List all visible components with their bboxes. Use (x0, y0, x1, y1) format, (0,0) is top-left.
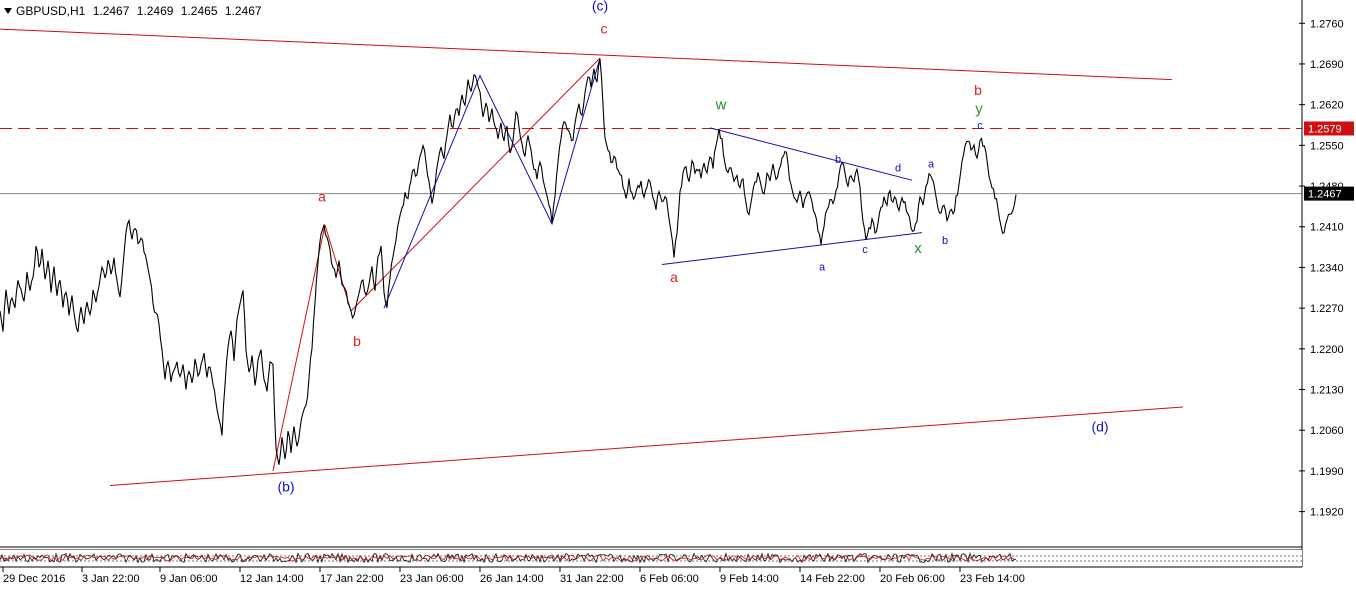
wave-label: w (715, 96, 727, 113)
low-value: 1.2465 (180, 4, 218, 18)
indicator-panel (0, 550, 1302, 566)
wave-line-blue (661, 232, 923, 265)
x-tick-label: 20 Feb 06:00 (880, 573, 945, 585)
wave-label: b (353, 333, 361, 349)
wave-label: b (835, 154, 841, 166)
symbol-label: GBPUSD,H1 (16, 4, 86, 18)
x-tick-label: 29 Dec 2016 (3, 573, 65, 585)
y-tick-label: 1.2410 (1310, 222, 1344, 234)
wave-label: (c) (592, 0, 608, 13)
wave-label: (b) (277, 478, 294, 494)
x-tick-label: 26 Jan 14:00 (480, 573, 544, 585)
wave-label: a (670, 269, 678, 285)
price-series-line (0, 58, 1017, 465)
x-tick-label: 12 Jan 14:00 (240, 573, 304, 585)
high-value: 1.2469 (136, 4, 174, 18)
y-tick-label: 1.2270 (1310, 303, 1344, 315)
channel-line-lower (109, 406, 1184, 486)
wave-label: b (942, 235, 948, 247)
x-tick-label: 23 Feb 14:00 (960, 573, 1025, 585)
y-tick-label: 1.2480 (1310, 181, 1344, 193)
y-tick-label: 1.2130 (1310, 385, 1344, 397)
x-tick-label: 31 Jan 22:00 (560, 573, 624, 585)
wave-label: a (819, 261, 826, 273)
wave-line-blue (709, 127, 913, 181)
wave-label: d (895, 163, 901, 175)
y-tick-label: 1.1920 (1310, 507, 1344, 519)
x-tick-label: 23 Jan 06:00 (400, 573, 464, 585)
chart-window[interactable]: 1.2579 1.2467 (c) c a b (b) a w a b c d x a b b y c (d) 1.… (0, 0, 1356, 590)
y-tick-label: 1.2550 (1310, 140, 1344, 152)
y-tick-label: 1.2620 (1310, 100, 1344, 112)
close-value: 1.2467 (224, 4, 262, 18)
wave-label: y (975, 100, 983, 117)
y-tick-label: 1.2760 (1310, 18, 1344, 30)
wave-label: a (318, 189, 326, 205)
wave-label: a (928, 158, 935, 170)
y-tick-label: 1.2060 (1310, 425, 1344, 437)
y-tick-label: 1.2200 (1310, 344, 1344, 356)
y-tick-label: 1.1990 (1310, 466, 1344, 478)
wave-label: c (862, 244, 868, 256)
chart-header: GBPUSD,H1 1.2467 1.2469 1.2465 1.2467 (4, 4, 266, 18)
resistance-level-label: 1.2579 (1308, 123, 1342, 135)
y-tick-label: 1.2690 (1310, 59, 1344, 71)
y-tick-label: 1.2340 (1310, 262, 1344, 274)
price-chart[interactable]: 1.25791.2467 (c)cab(b)awabcdxabbyc(d) 1.… (0, 0, 1356, 590)
dropdown-triangle-icon[interactable] (4, 8, 12, 14)
wave-label: (d) (1091, 418, 1108, 434)
x-tick-label: 6 Feb 06:00 (640, 573, 699, 585)
wave-label: x (914, 240, 922, 257)
open-value: 1.2467 (92, 4, 130, 18)
x-tick-label: 3 Jan 22:00 (82, 573, 140, 585)
wave-line-blue (383, 57, 601, 309)
wave-label: c (601, 21, 608, 37)
wave-label: c (977, 120, 983, 132)
x-tick-label: 9 Feb 14:00 (720, 573, 779, 585)
x-tick-label: 14 Feb 22:00 (800, 573, 865, 585)
x-tick-label: 17 Jan 22:00 (320, 573, 384, 585)
wave-line-red (272, 57, 601, 472)
x-tick-label: 9 Jan 06:00 (160, 573, 218, 585)
wave-label: b (974, 82, 982, 98)
